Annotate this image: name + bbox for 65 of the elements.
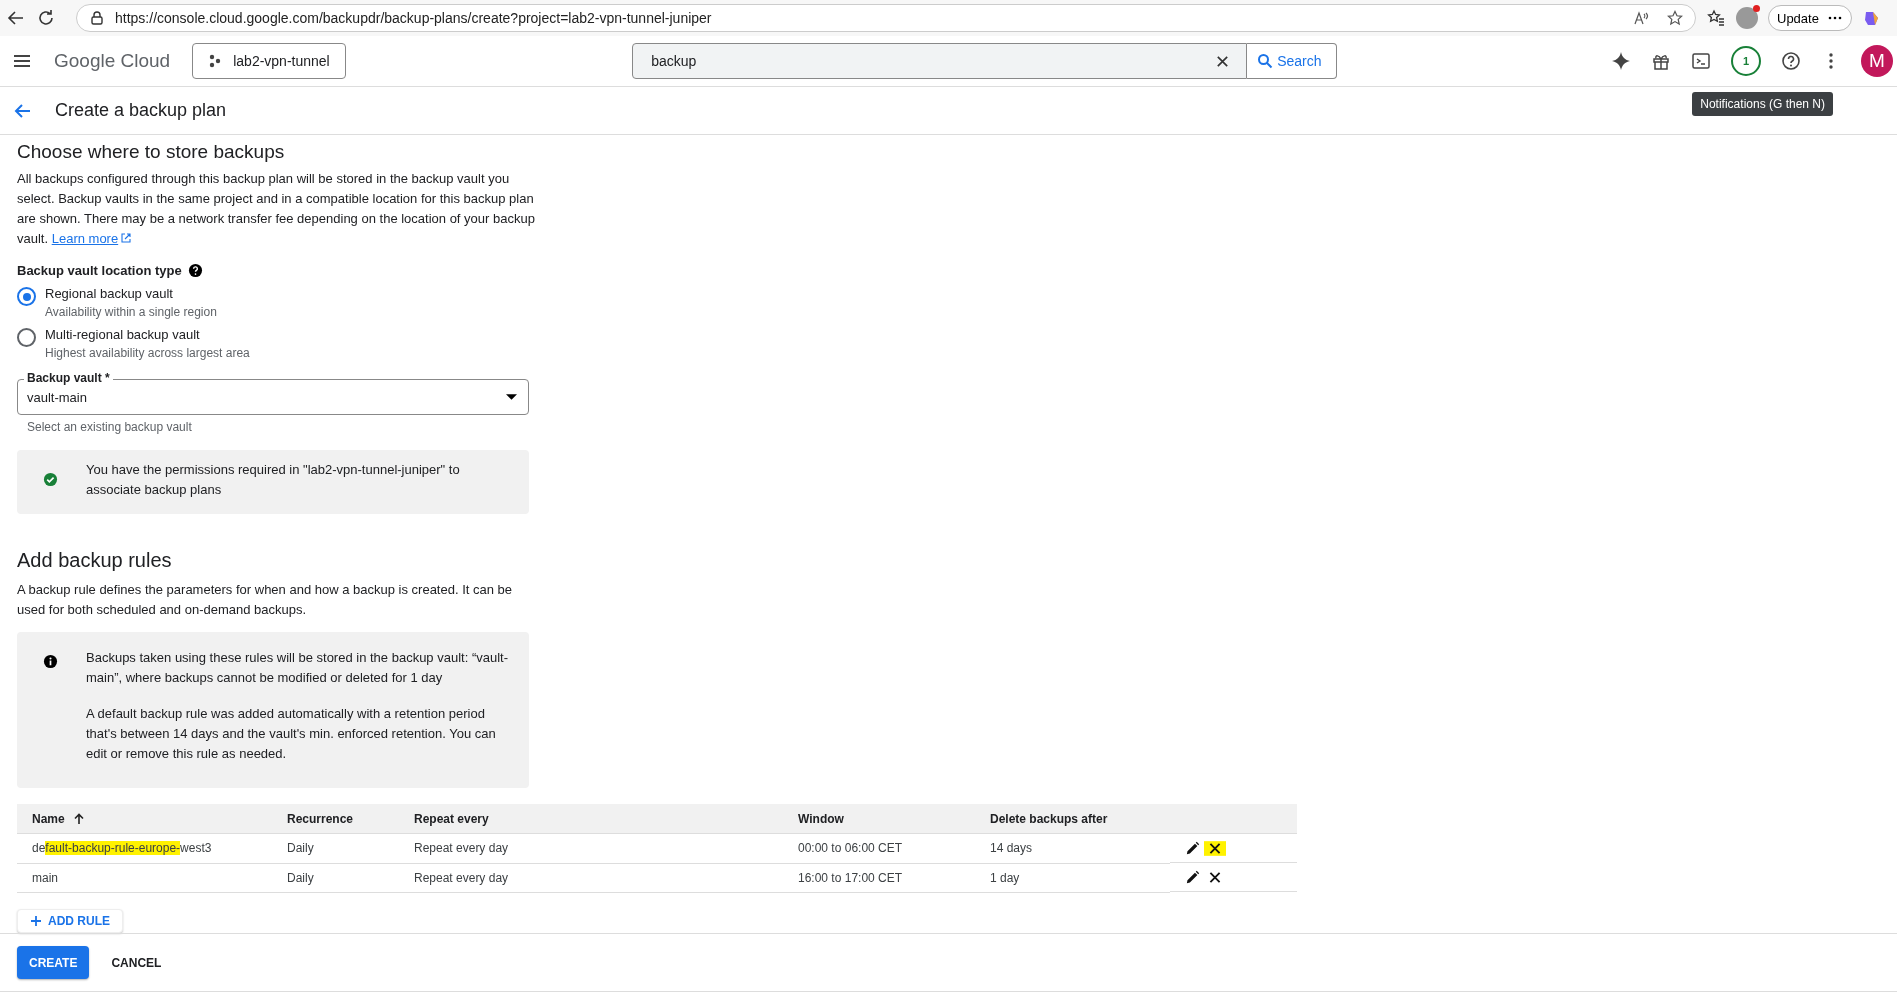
page-title: Create a backup plan [55, 100, 227, 121]
tooltip: Notifications (G then N) [1692, 92, 1833, 116]
read-aloud-icon[interactable] [1633, 10, 1649, 26]
table-cell: 16:00 to 17:00 CET [798, 870, 903, 885]
field-label: Backup vault location type [17, 263, 182, 278]
external-link-icon [120, 232, 133, 244]
option-hint: Highest availability across largest area [45, 346, 250, 360]
radio-button[interactable] [17, 287, 36, 306]
notice-text: Backups taken using these rules will be stored in the backup vault: “vault-main”, where backups cannot be modified or deleted for 1 day [86, 649, 509, 687]
help-icon[interactable] [1781, 51, 1801, 71]
column-header: Delete backups after [990, 811, 1108, 826]
info-icon [43, 654, 58, 669]
table-cell: Repeat every day [414, 870, 509, 885]
column-header: Recurrence [287, 811, 354, 826]
address-bar[interactable]: https://console.cloud.google.com/backupdr/backup-plans/create?project=lab2-vpn-tunnel-juniper [76, 4, 1696, 32]
table-cell: Daily [287, 841, 314, 856]
notification-count[interactable]: 1 [1731, 46, 1761, 76]
table-cell: 00:00 to 06:00 CET [798, 841, 903, 856]
check-circle-icon [43, 472, 58, 487]
help-icon[interactable] [187, 263, 203, 278]
section-heading: Add backup rules [17, 549, 172, 572]
plus-icon [30, 914, 42, 927]
description: A backup rule defines the parameters for when and how a backup is created. It can be used for both scheduled and on-demand backups. [17, 581, 514, 619]
table-cell: Repeat every day [414, 841, 509, 856]
option-label[interactable]: Regional backup vault [45, 286, 217, 301]
column-header: Repeat every [414, 811, 489, 826]
close-icon[interactable] [1215, 53, 1231, 69]
lock-icon [89, 10, 105, 26]
favorites-icon[interactable] [1706, 8, 1726, 28]
table-cell: Daily [287, 870, 314, 885]
vault-select[interactable]: Backup vault * vault-main [17, 370, 529, 415]
close-icon[interactable] [1204, 840, 1226, 856]
project-picker[interactable]: lab2-vpn-tunnel [192, 43, 347, 79]
dropdown-icon [506, 394, 517, 400]
notice-text: A default backup rule was added automatically with a retention period that's between 14 days and the vault's min. enforced retention. You can edit or remove this rule as needed. [86, 705, 497, 763]
logo[interactable]: Google Cloud [54, 50, 171, 72]
avatar[interactable]: M [1861, 45, 1893, 77]
radio-button[interactable] [17, 328, 36, 347]
add-rule-button[interactable]: ADD RULE [17, 908, 123, 933]
sort-ascending-icon [72, 812, 85, 825]
column-header[interactable]: Name [32, 811, 85, 826]
learn-more-link[interactable]: Learn more [51, 231, 133, 246]
search-field[interactable]: backup [632, 43, 1248, 79]
search-icon [1257, 53, 1274, 69]
update-button[interactable]: Update [1768, 5, 1852, 31]
helper-text: Select an existing backup vault [27, 420, 192, 434]
edit-icon[interactable] [1185, 869, 1200, 885]
option-label[interactable]: Multi-regional backup vault [45, 327, 250, 342]
description: All backups configured through this backup plan will be stored in the backup vault you select. Backup vaults in the same project and in a compatible location for this backup plan are shown. There may be a network transfer fee depending on the location of your backup vault. Learn more [17, 170, 536, 248]
reload-icon[interactable] [36, 8, 56, 28]
profile-icon[interactable] [1736, 7, 1758, 29]
search-button[interactable]: Search [1247, 43, 1338, 79]
table-cell: 14 days [990, 841, 1033, 856]
edit-icon[interactable] [1185, 840, 1200, 856]
star-icon[interactable] [1667, 10, 1683, 26]
table-cell: 1 day [990, 870, 1020, 885]
section-heading: Choose where to store backups [17, 141, 285, 163]
table-cell: main [32, 870, 58, 885]
cancel-button[interactable]: CANCEL [99, 946, 174, 979]
create-button[interactable]: CREATE [17, 946, 90, 979]
column-header: Window [798, 811, 844, 826]
sparkle-icon[interactable] [1611, 51, 1631, 71]
option-hint: Availability within a single region [45, 305, 217, 319]
notice-text: You have the permissions required in "lab2-vpn-tunnel-juniper" to associate backup plans [86, 461, 461, 499]
terminal-icon[interactable] [1691, 51, 1711, 71]
